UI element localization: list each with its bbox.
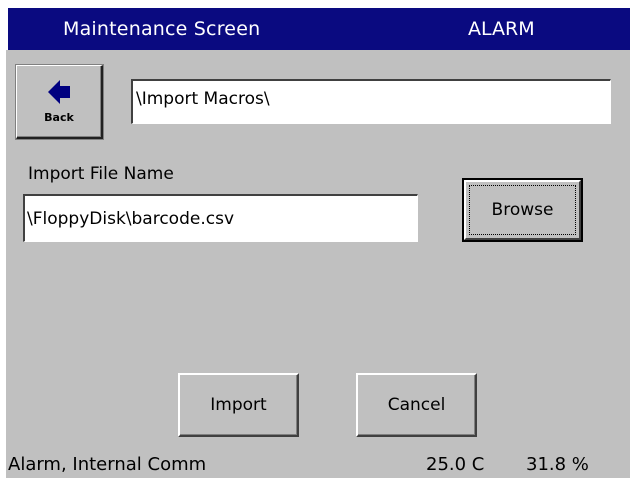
import-file-name-input[interactable]: \FloppyDisk\barcode.csv bbox=[23, 194, 418, 242]
path-field[interactable]: \Import Macros\ bbox=[131, 79, 611, 124]
back-button-label: Back bbox=[44, 111, 74, 124]
browse-button[interactable]: Browse bbox=[462, 178, 583, 242]
back-button[interactable]: Back bbox=[15, 64, 104, 140]
cancel-button[interactable]: Cancel bbox=[356, 373, 477, 437]
browse-button-label: Browse bbox=[491, 200, 554, 220]
status-message: Alarm, Internal Comm bbox=[8, 454, 207, 475]
page-title: Maintenance Screen bbox=[63, 18, 261, 40]
window: Maintenance Screen ALARM Back \Import Ma… bbox=[6, 6, 630, 478]
alarm-indicator: ALARM bbox=[468, 18, 535, 40]
humidity-readout: 31.8 % bbox=[526, 454, 589, 475]
import-file-name-label: Import File Name bbox=[28, 164, 174, 184]
cancel-button-label: Cancel bbox=[387, 395, 446, 415]
import-button[interactable]: Import bbox=[178, 373, 299, 437]
temperature-readout: 25.0 C bbox=[426, 454, 485, 475]
left-arrow-icon bbox=[48, 80, 70, 104]
title-bar: Maintenance Screen ALARM bbox=[6, 6, 630, 50]
import-button-label: Import bbox=[210, 395, 267, 415]
